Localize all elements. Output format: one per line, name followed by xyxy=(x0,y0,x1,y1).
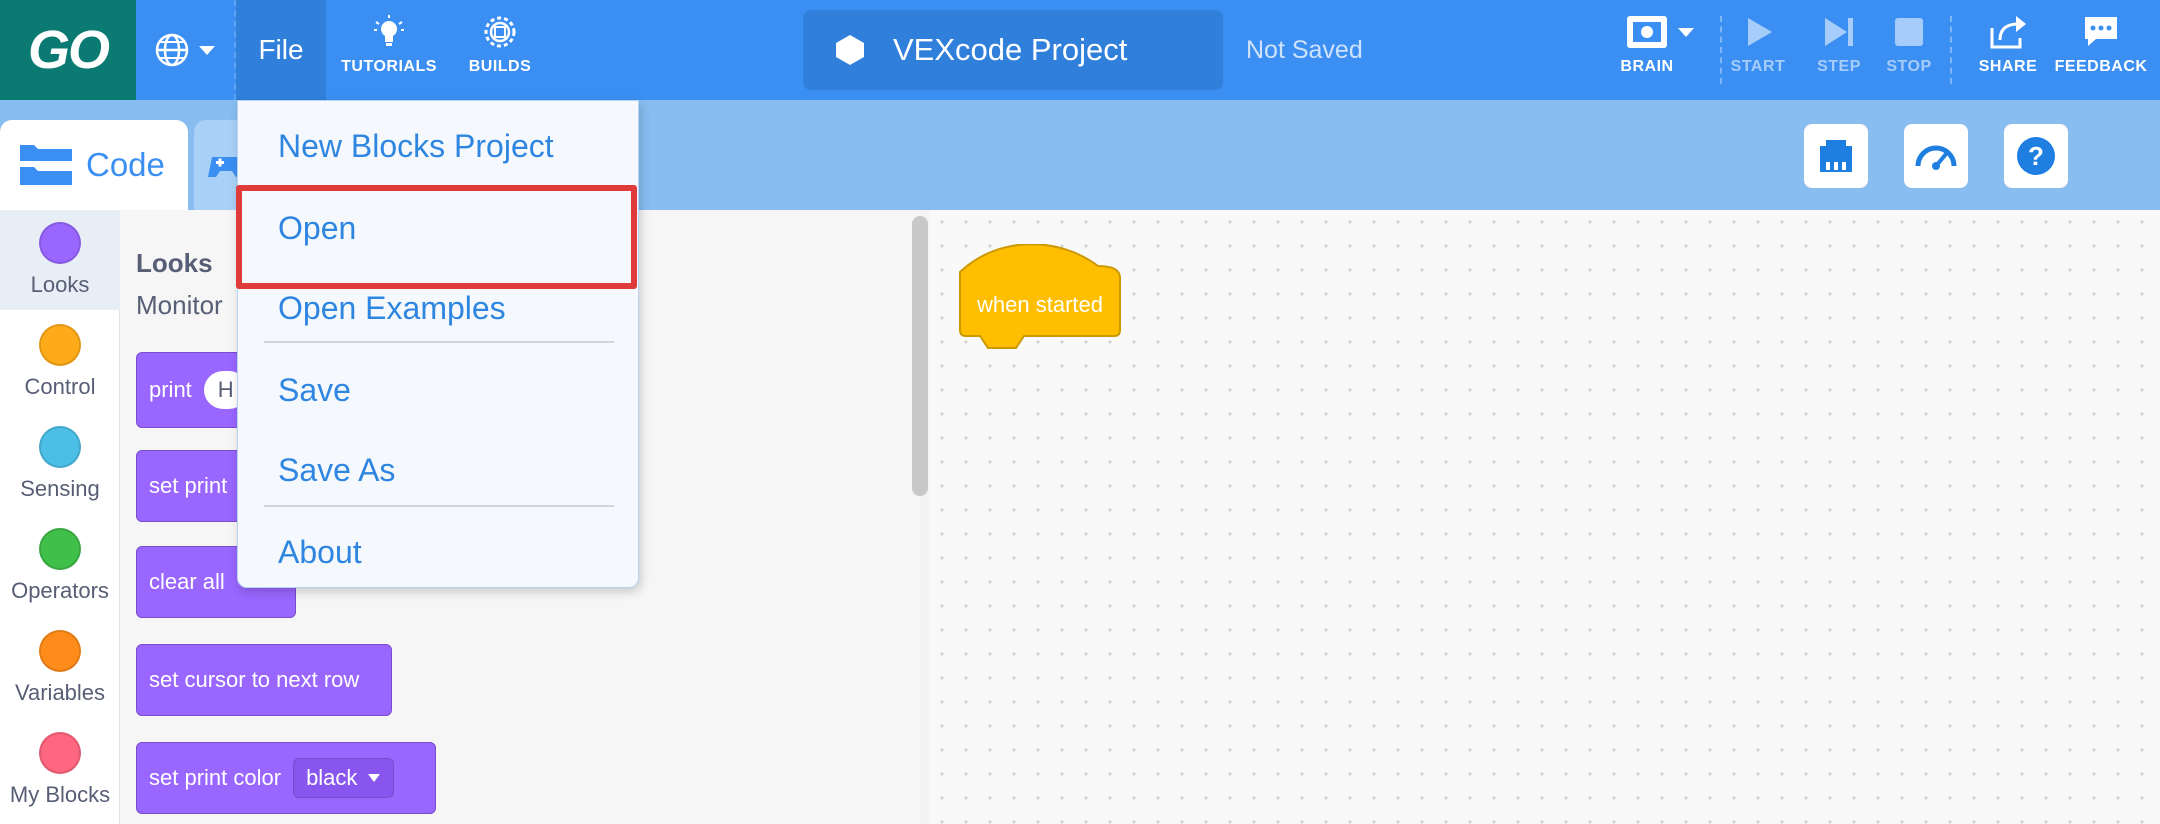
start-label: START xyxy=(1730,58,1786,75)
category-variables[interactable]: Variables xyxy=(0,618,120,718)
gauge-icon xyxy=(1915,145,1957,170)
open-item-highlight xyxy=(236,185,637,289)
menu-item-save-as[interactable]: Save As xyxy=(238,433,640,507)
tab-code[interactable]: Code xyxy=(0,120,188,210)
palette-subsection-title: Monitor xyxy=(136,290,223,320)
dropdown-value: black xyxy=(306,765,358,790)
category-label: Operators xyxy=(11,578,109,603)
tab-code-label: Code xyxy=(86,146,165,183)
share-label: SHARE xyxy=(1978,58,2038,75)
block-label: clear all xyxy=(149,569,225,594)
category-list: Looks Control Sensing Operators Variable… xyxy=(0,210,120,824)
help-icon: ? xyxy=(2017,137,2055,175)
devices-icon xyxy=(1820,140,1852,172)
stop-button[interactable]: STOP xyxy=(1884,14,1934,86)
menu-item-save[interactable]: Save xyxy=(238,353,640,427)
chevron-down-icon xyxy=(368,774,381,782)
hat-block-label: when started xyxy=(977,292,1103,317)
help-button[interactable]: ? xyxy=(2004,124,2068,188)
category-label: Looks xyxy=(30,272,90,297)
save-status: Not Saved xyxy=(1246,36,1363,64)
hexagon-icon xyxy=(836,35,864,65)
gear-icon xyxy=(484,16,516,48)
category-dot xyxy=(39,324,81,366)
top-toolbar: GO File TUTORIALS BUILDS VEXcode Project… xyxy=(0,0,2160,100)
category-dot xyxy=(39,732,81,774)
tutorials-label: TUTORIALS xyxy=(341,58,437,75)
stop-label: STOP xyxy=(1886,58,1932,75)
play-icon xyxy=(1748,18,1772,46)
toolbar-separator xyxy=(1950,16,1952,84)
logo-text: GO xyxy=(27,20,110,80)
palette-scrollbar[interactable] xyxy=(912,216,928,496)
category-my-blocks[interactable]: My Blocks xyxy=(0,720,120,820)
category-dot xyxy=(39,426,81,468)
start-button[interactable]: START xyxy=(1730,14,1786,86)
chevron-down-icon xyxy=(199,46,215,55)
category-sensing[interactable]: Sensing xyxy=(0,414,120,514)
block-label: set print color xyxy=(149,765,282,790)
share-button[interactable]: SHARE xyxy=(1976,14,2040,86)
feedback-label: FEEDBACK xyxy=(2054,58,2148,75)
dashboard-button[interactable] xyxy=(1904,124,1968,188)
code-blocks-icon xyxy=(20,145,72,185)
brain-label: BRAIN xyxy=(1620,58,1674,75)
file-menu-button[interactable]: File xyxy=(236,0,326,100)
globe-icon xyxy=(155,33,189,67)
block-label: set cursor to next row xyxy=(149,667,360,692)
category-dot xyxy=(39,630,81,672)
devices-button[interactable] xyxy=(1804,124,1868,188)
category-dot xyxy=(39,222,81,264)
toolbar-separator xyxy=(1720,16,1722,84)
menu-divider xyxy=(264,341,614,343)
category-label: My Blocks xyxy=(9,782,111,807)
category-label: Control xyxy=(24,374,96,399)
chevron-down-icon xyxy=(1678,28,1694,37)
block-label: print xyxy=(149,377,192,402)
category-looks[interactable]: Looks xyxy=(0,210,120,310)
builds-label: BUILDS xyxy=(468,58,532,75)
menu-item-new-blocks-project[interactable]: New Blocks Project xyxy=(238,109,640,183)
category-label: Sensing xyxy=(20,476,100,501)
brain-button[interactable]: BRAIN xyxy=(1618,14,1702,86)
brain-icon xyxy=(1627,16,1667,48)
category-dot xyxy=(39,528,81,570)
svg-text:?: ? xyxy=(2028,141,2044,171)
category-operators[interactable]: Operators xyxy=(0,516,120,616)
step-label: STEP xyxy=(1817,58,1861,75)
step-button[interactable]: STEP xyxy=(1814,14,1864,86)
block-label: set print xyxy=(149,473,228,498)
menu-item-about[interactable]: About xyxy=(238,515,640,589)
share-icon xyxy=(1990,16,2026,49)
feedback-icon xyxy=(2085,17,2117,46)
builds-button[interactable]: BUILDS xyxy=(458,14,542,86)
vexcode-go-logo: GO xyxy=(0,0,136,100)
stop-icon xyxy=(1895,18,1923,46)
tutorials-button[interactable]: TUTORIALS xyxy=(341,14,437,86)
print-color-dropdown[interactable]: black xyxy=(293,758,395,798)
language-menu-button[interactable] xyxy=(136,0,236,100)
project-name-field[interactable]: VEXcode Project xyxy=(803,10,1223,90)
feedback-button[interactable]: FEEDBACK xyxy=(2055,14,2147,86)
set-cursor-block[interactable]: set cursor to next row xyxy=(136,644,392,716)
project-name: VEXcode Project xyxy=(893,32,1128,67)
menu-divider xyxy=(264,505,614,507)
lightbulb-icon xyxy=(374,15,404,46)
category-label: Variables xyxy=(14,680,106,705)
palette-section-title: Looks xyxy=(136,248,213,278)
category-control[interactable]: Control xyxy=(0,312,120,412)
step-icon xyxy=(1825,18,1853,46)
set-print-color-block[interactable]: set print color black xyxy=(136,742,436,814)
file-menu-dropdown: New Blocks Project Open Open Examples Sa… xyxy=(237,100,639,588)
